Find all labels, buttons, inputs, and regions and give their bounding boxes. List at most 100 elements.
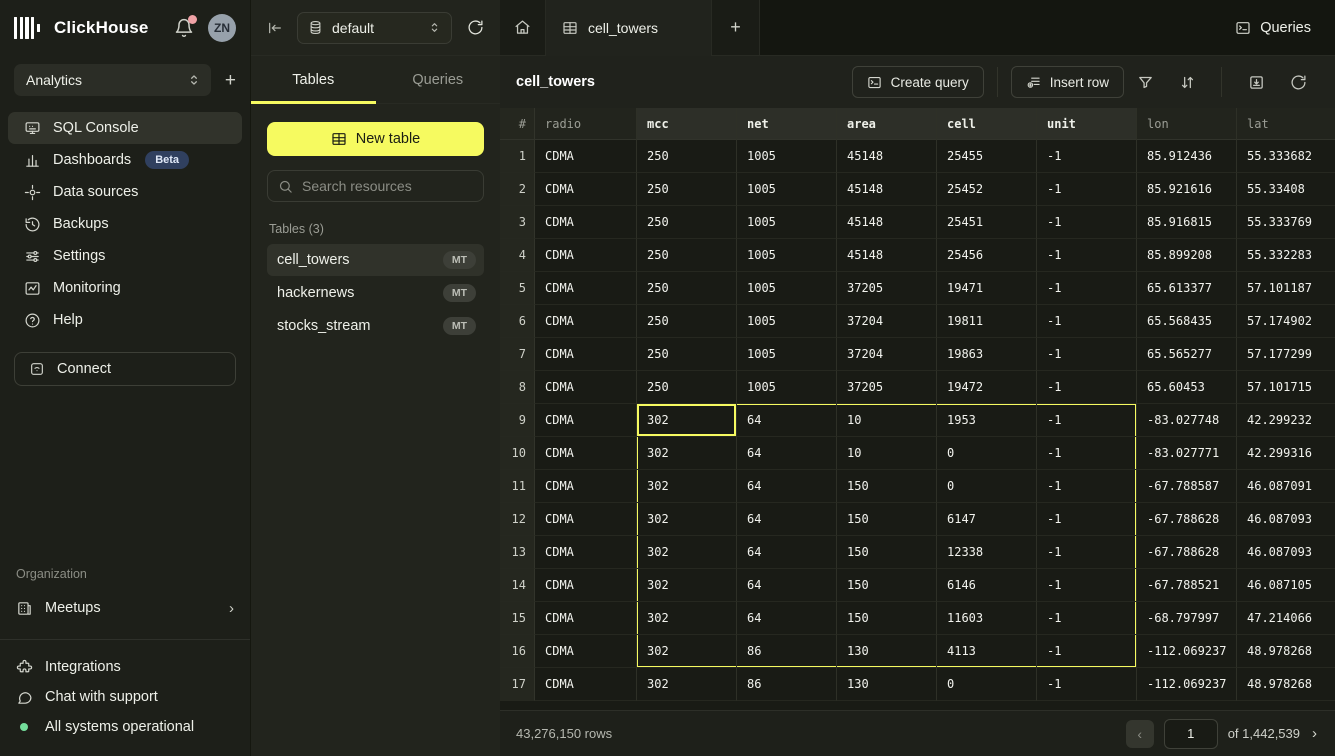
- table-cell[interactable]: 65.565277: [1137, 338, 1237, 371]
- table-cell[interactable]: 10: [837, 437, 937, 470]
- table-cell[interactable]: 57.101715: [1237, 371, 1335, 404]
- table-cell[interactable]: 302: [637, 635, 737, 668]
- table-cell[interactable]: 12338: [937, 536, 1037, 569]
- row-number[interactable]: 1: [500, 140, 535, 173]
- table-cell[interactable]: 250: [637, 338, 737, 371]
- table-cell[interactable]: 57.177299: [1237, 338, 1335, 371]
- table-cell[interactable]: 150: [837, 569, 937, 602]
- database-select[interactable]: default: [297, 12, 452, 44]
- table-cell[interactable]: 64: [737, 404, 837, 437]
- sidebar-item-dashboards[interactable]: Dashboards Beta: [8, 144, 242, 176]
- sidebar-item-data-sources[interactable]: Data sources: [8, 176, 242, 208]
- table-cell[interactable]: -67.788587: [1137, 470, 1237, 503]
- table-cell[interactable]: -83.027771: [1137, 437, 1237, 470]
- table-cell[interactable]: 1005: [737, 206, 837, 239]
- table-cell[interactable]: 1005: [737, 272, 837, 305]
- table-cell[interactable]: 1005: [737, 140, 837, 173]
- table-cell[interactable]: 302: [637, 602, 737, 635]
- table-cell[interactable]: 57.174902: [1237, 305, 1335, 338]
- table-cell[interactable]: 85.916815: [1137, 206, 1237, 239]
- table-cell[interactable]: CDMA: [535, 503, 637, 536]
- table-cell[interactable]: 19472: [937, 371, 1037, 404]
- table-cell[interactable]: 37204: [837, 305, 937, 338]
- table-cell[interactable]: 11603: [937, 602, 1037, 635]
- filter-button[interactable]: [1128, 66, 1162, 98]
- table-cell[interactable]: 250: [637, 140, 737, 173]
- notifications-button[interactable]: [174, 18, 194, 38]
- next-page-button[interactable]: ›: [1310, 725, 1319, 742]
- refresh-table-button[interactable]: [1281, 66, 1315, 98]
- sidebar-item-meetups[interactable]: Meetups ›: [0, 591, 250, 625]
- column-header[interactable]: lon: [1137, 108, 1237, 140]
- row-number[interactable]: 16: [500, 635, 535, 668]
- table-cell[interactable]: 47.214066: [1237, 602, 1335, 635]
- table-cell[interactable]: 46.087105: [1237, 569, 1335, 602]
- table-cell[interactable]: -67.788628: [1137, 503, 1237, 536]
- table-cell[interactable]: -1: [1037, 371, 1137, 404]
- row-number[interactable]: 15: [500, 602, 535, 635]
- resource-item-cell-towers[interactable]: cell_towers MT: [267, 244, 484, 276]
- table-cell[interactable]: -1: [1037, 239, 1137, 272]
- table-cell[interactable]: 250: [637, 173, 737, 206]
- table-cell[interactable]: 302: [637, 470, 737, 503]
- create-query-button[interactable]: Create query: [852, 66, 984, 98]
- table-cell[interactable]: -1: [1037, 635, 1137, 668]
- table-cell[interactable]: 65.568435: [1137, 305, 1237, 338]
- sidebar-item-integrations[interactable]: Integrations: [16, 652, 234, 682]
- row-number[interactable]: 4: [500, 239, 535, 272]
- table-cell[interactable]: 19863: [937, 338, 1037, 371]
- sidebar-item-help[interactable]: Help: [8, 304, 242, 336]
- table-cell[interactable]: -1: [1037, 536, 1137, 569]
- table-cell[interactable]: 25455: [937, 140, 1037, 173]
- row-number[interactable]: 10: [500, 437, 535, 470]
- table-cell[interactable]: CDMA: [535, 437, 637, 470]
- table-cell[interactable]: 150: [837, 536, 937, 569]
- table-cell[interactable]: 86: [737, 635, 837, 668]
- table-cell[interactable]: 86: [737, 668, 837, 701]
- table-cell[interactable]: 0: [937, 470, 1037, 503]
- table-cell[interactable]: 57.101187: [1237, 272, 1335, 305]
- row-number[interactable]: 6: [500, 305, 535, 338]
- sidebar-item-sql-console[interactable]: SQL Console: [8, 112, 242, 144]
- column-header[interactable]: area: [837, 108, 937, 140]
- row-number[interactable]: 3: [500, 206, 535, 239]
- table-cell[interactable]: CDMA: [535, 470, 637, 503]
- download-button[interactable]: [1239, 66, 1273, 98]
- table-cell[interactable]: CDMA: [535, 173, 637, 206]
- table-cell[interactable]: 250: [637, 239, 737, 272]
- table-cell[interactable]: -83.027748: [1137, 404, 1237, 437]
- new-table-button[interactable]: New table: [267, 122, 484, 156]
- refresh-resources-button[interactable]: [462, 15, 488, 41]
- row-number[interactable]: 11: [500, 470, 535, 503]
- table-cell[interactable]: -67.788628: [1137, 536, 1237, 569]
- sidebar-item-monitoring[interactable]: Monitoring: [8, 272, 242, 304]
- table-cell[interactable]: -1: [1037, 404, 1137, 437]
- table-cell[interactable]: 46.087093: [1237, 536, 1335, 569]
- table-cell[interactable]: 65.60453: [1137, 371, 1237, 404]
- table-cell[interactable]: -1: [1037, 470, 1137, 503]
- table-cell[interactable]: 10: [837, 404, 937, 437]
- table-cell[interactable]: 37204: [837, 338, 937, 371]
- table-cell[interactable]: CDMA: [535, 371, 637, 404]
- table-cell[interactable]: 19811: [937, 305, 1037, 338]
- table-cell[interactable]: 250: [637, 371, 737, 404]
- row-number[interactable]: 7: [500, 338, 535, 371]
- table-cell[interactable]: 55.333682: [1237, 140, 1335, 173]
- table-cell[interactable]: 150: [837, 503, 937, 536]
- table-cell[interactable]: 250: [637, 206, 737, 239]
- table-cell[interactable]: 1953: [937, 404, 1037, 437]
- home-button[interactable]: [500, 0, 546, 56]
- table-cell[interactable]: 130: [837, 668, 937, 701]
- column-header[interactable]: radio: [535, 108, 637, 140]
- resource-item-stocks-stream[interactable]: stocks_stream MT: [267, 310, 484, 342]
- table-cell[interactable]: 46.087091: [1237, 470, 1335, 503]
- column-header[interactable]: cell: [937, 108, 1037, 140]
- table-cell[interactable]: 130: [837, 635, 937, 668]
- row-number[interactable]: 2: [500, 173, 535, 206]
- row-number[interactable]: 13: [500, 536, 535, 569]
- table-cell[interactable]: 19471: [937, 272, 1037, 305]
- table-cell[interactable]: -1: [1037, 668, 1137, 701]
- table-cell[interactable]: 85.912436: [1137, 140, 1237, 173]
- resource-item-hackernews[interactable]: hackernews MT: [267, 277, 484, 309]
- table-cell[interactable]: -1: [1037, 272, 1137, 305]
